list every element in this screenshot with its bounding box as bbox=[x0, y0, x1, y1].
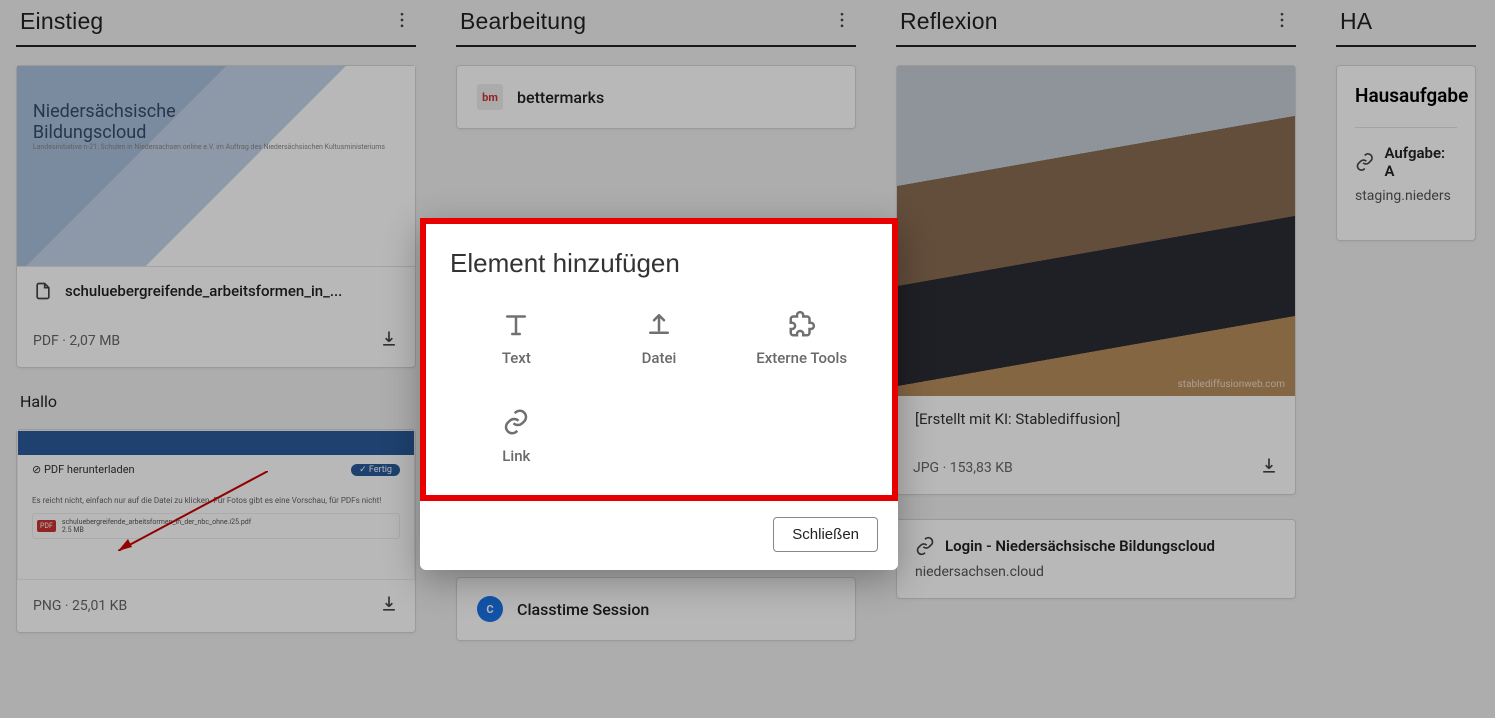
dialog-actions: Schließen bbox=[420, 501, 898, 570]
dialog-highlighted-area: Element hinzufügen Text Datei Externe To… bbox=[420, 218, 898, 501]
text-icon bbox=[501, 309, 531, 339]
dialog-title: Element hinzufügen bbox=[450, 248, 868, 279]
link-icon bbox=[501, 407, 531, 437]
option-label: Text bbox=[502, 349, 531, 367]
upload-icon bbox=[644, 309, 674, 339]
element-options: Text Datei Externe Tools Link bbox=[450, 303, 868, 479]
option-text[interactable]: Text bbox=[450, 303, 583, 381]
add-element-dialog: Element hinzufügen Text Datei Externe To… bbox=[420, 218, 898, 570]
option-label: Link bbox=[502, 447, 530, 465]
puzzle-icon bbox=[787, 309, 817, 339]
close-button[interactable]: Schließen bbox=[773, 517, 878, 552]
option-file[interactable]: Datei bbox=[593, 303, 726, 381]
option-label: Datei bbox=[642, 349, 677, 367]
option-label: Externe Tools bbox=[756, 349, 847, 367]
option-link[interactable]: Link bbox=[450, 401, 583, 479]
option-external-tools[interactable]: Externe Tools bbox=[735, 303, 868, 381]
